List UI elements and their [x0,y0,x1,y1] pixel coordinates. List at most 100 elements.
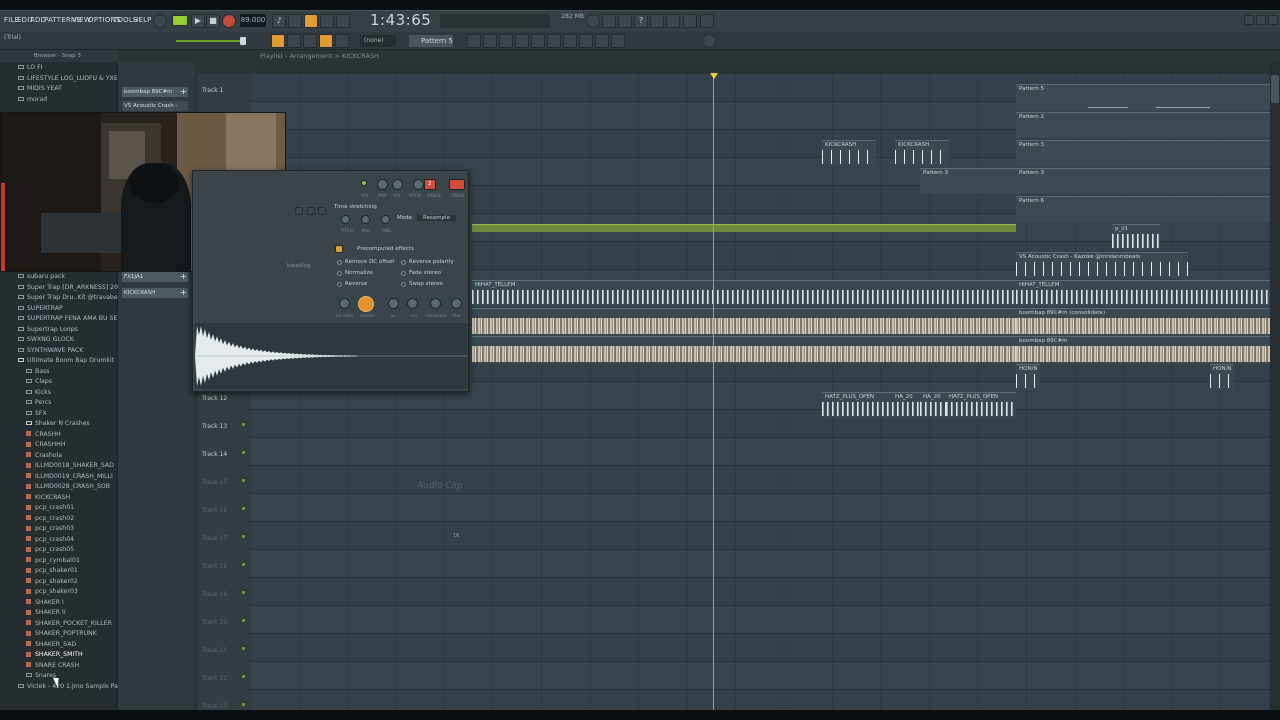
track-button[interactable]: 2 [424,179,436,190]
browser-file[interactable]: CRASHHH [26,440,118,451]
track-mute-led[interactable] [242,675,245,678]
track-name[interactable]: Track 12 [202,395,227,402]
track-mute-led[interactable] [242,563,245,566]
enable-led[interactable] [361,180,367,186]
track-lane[interactable] [250,522,1270,550]
track-lane[interactable] [250,550,1270,578]
browser-folder[interactable]: MIDIS YEAT [18,84,118,95]
browser-icon[interactable] [531,34,545,48]
browser-folder[interactable]: Super Trap Dru..Kit @travabeats [18,293,118,304]
master-volume-handle[interactable] [240,37,246,45]
browser-folder[interactable]: SWXNG GLOCK [18,335,118,346]
track-lane[interactable] [250,410,1270,438]
track-name[interactable]: Track 18 [202,563,227,570]
browser-folder[interactable]: Super Trap [DR_ARKNESS] 2023 [18,283,118,294]
fx-button[interactable] [449,179,465,190]
browser-file[interactable]: pcp_crash01 [26,503,118,514]
slide-tool[interactable] [287,34,301,48]
add-icon[interactable]: + [180,288,187,298]
project-info-icon[interactable] [563,34,577,48]
touch-icon[interactable] [595,34,609,48]
radio-remove-dc[interactable] [337,260,342,265]
browser-file[interactable]: pcp_cymbal01 [26,556,118,567]
add-icon[interactable]: + [180,272,187,282]
rack-channel-boombap[interactable]: boombap 89C#m + [122,87,188,97]
track-lane[interactable] [250,606,1270,634]
int-start-knob[interactable] [339,298,350,309]
piano-roll-icon[interactable] [483,34,497,48]
pan-knob[interactable] [392,179,403,190]
download-icon[interactable] [700,14,714,28]
browser-folder[interactable]: SUPERTRAP FENA AMA BU SEFER [18,314,118,325]
crossfade-knob[interactable] [430,298,441,309]
track-name[interactable]: Track 17 [202,535,227,542]
track-mute-led[interactable] [242,619,245,622]
play-button[interactable]: ▶ [191,14,205,28]
track-lane[interactable] [250,578,1270,606]
tools-button-1[interactable] [602,14,616,28]
browser-file[interactable]: ILLMD0018_SHAKER_SAD [26,461,118,472]
paint-tool[interactable] [319,34,333,48]
playlist-clip[interactable]: HATZ_PLUS_OPEN [822,392,892,418]
playlist-clip[interactable]: boombap 89C#m [1016,336,1270,364]
track-name[interactable]: Track 1 [202,87,223,94]
pattern-selector[interactable]: Pattern 5 [409,35,453,47]
draw-tool[interactable] [303,34,317,48]
playlist-clip[interactable]: boombap 89C#m (consolidate) [1016,308,1270,336]
browser-file[interactable]: pcp_shaker02 [26,577,118,588]
track-name[interactable]: Track 21 [202,647,227,654]
track-name[interactable]: Track 20 [202,619,227,626]
track-name[interactable]: Track 16 [202,507,227,514]
browser-file[interactable]: SHAKER_SAD [26,640,118,651]
browser-folder[interactable]: Ultimate Boom Bap Drumkit [18,356,118,367]
track-mute-led[interactable] [242,535,245,538]
playlist-clip[interactable]: HON/N [1016,364,1040,390]
volume-knob[interactable] [377,179,388,190]
metronome-button[interactable]: ♪ [272,14,286,28]
browser-folder[interactable]: subaru pack [18,272,118,283]
rack-channel-vs-crash[interactable]: VS Acoustic Crash - K... [122,101,188,119]
mic-icon[interactable] [618,14,632,28]
channel-rack-icon[interactable] [499,34,513,48]
browser-file[interactable]: SHAKER I [26,598,118,609]
browser-folder[interactable]: LIFESTYLE LOG_LUDFU & YXELLS [18,74,118,85]
minimize-icon[interactable] [1244,15,1254,25]
playlist-clip[interactable]: HA_20 [892,392,922,418]
folder-icon[interactable] [295,207,303,215]
playhead-marker-icon[interactable] [710,73,718,79]
track-name[interactable]: Track 15 [202,479,227,486]
browser-folder[interactable]: Percs [26,398,118,409]
out-knob[interactable] [407,298,418,309]
playlist-clip[interactable]: KICKCRASH [895,140,949,166]
browser-folder[interactable]: morad [18,95,118,106]
playlist-clip[interactable]: HIHAT_TELLEM [472,280,1016,306]
browser-file[interactable]: SHAKER_POPTRUNK [26,629,118,640]
precomputed-icon[interactable] [335,245,343,253]
stretch-mode-select[interactable]: Resample [417,215,456,221]
maximize-icon[interactable] [1256,15,1266,25]
vertical-scrollbar[interactable] [1270,62,1280,710]
track-mute-led[interactable] [242,423,245,426]
browser-file[interactable]: SHAKER II [26,608,118,619]
browser-file[interactable]: pcp_crash04 [26,535,118,546]
playlist-clip[interactable]: Pattern 6 [1016,196,1270,222]
snap-button[interactable] [271,34,285,48]
timeline-ruler[interactable] [250,62,1270,74]
track-lane[interactable] [250,438,1270,466]
browser-file[interactable]: Crashola [26,451,118,462]
radio-swap-stereo[interactable] [401,282,406,287]
playlist-clip[interactable]: HON/N [1210,364,1234,390]
browser-folder[interactable]: Shaker N Crashes [26,419,118,430]
browser-folder[interactable]: Supertrap Loops [18,325,118,336]
browser-file[interactable]: SHAKER_SMITH [26,650,118,661]
mixer-view-icon[interactable] [515,34,529,48]
radio-reverse[interactable] [337,282,342,287]
track-mute-led[interactable] [242,479,245,482]
stretch-time-knob[interactable] [381,215,390,224]
clip-waveform[interactable]: Audio Clip 16 [195,323,467,539]
browser-folder[interactable]: Kicks [26,388,118,399]
lock-icon[interactable] [611,34,625,48]
track-lane[interactable] [250,634,1270,662]
playlist-clip[interactable]: Pattern 2 [1016,112,1270,138]
pitch-knob[interactable] [413,179,424,190]
